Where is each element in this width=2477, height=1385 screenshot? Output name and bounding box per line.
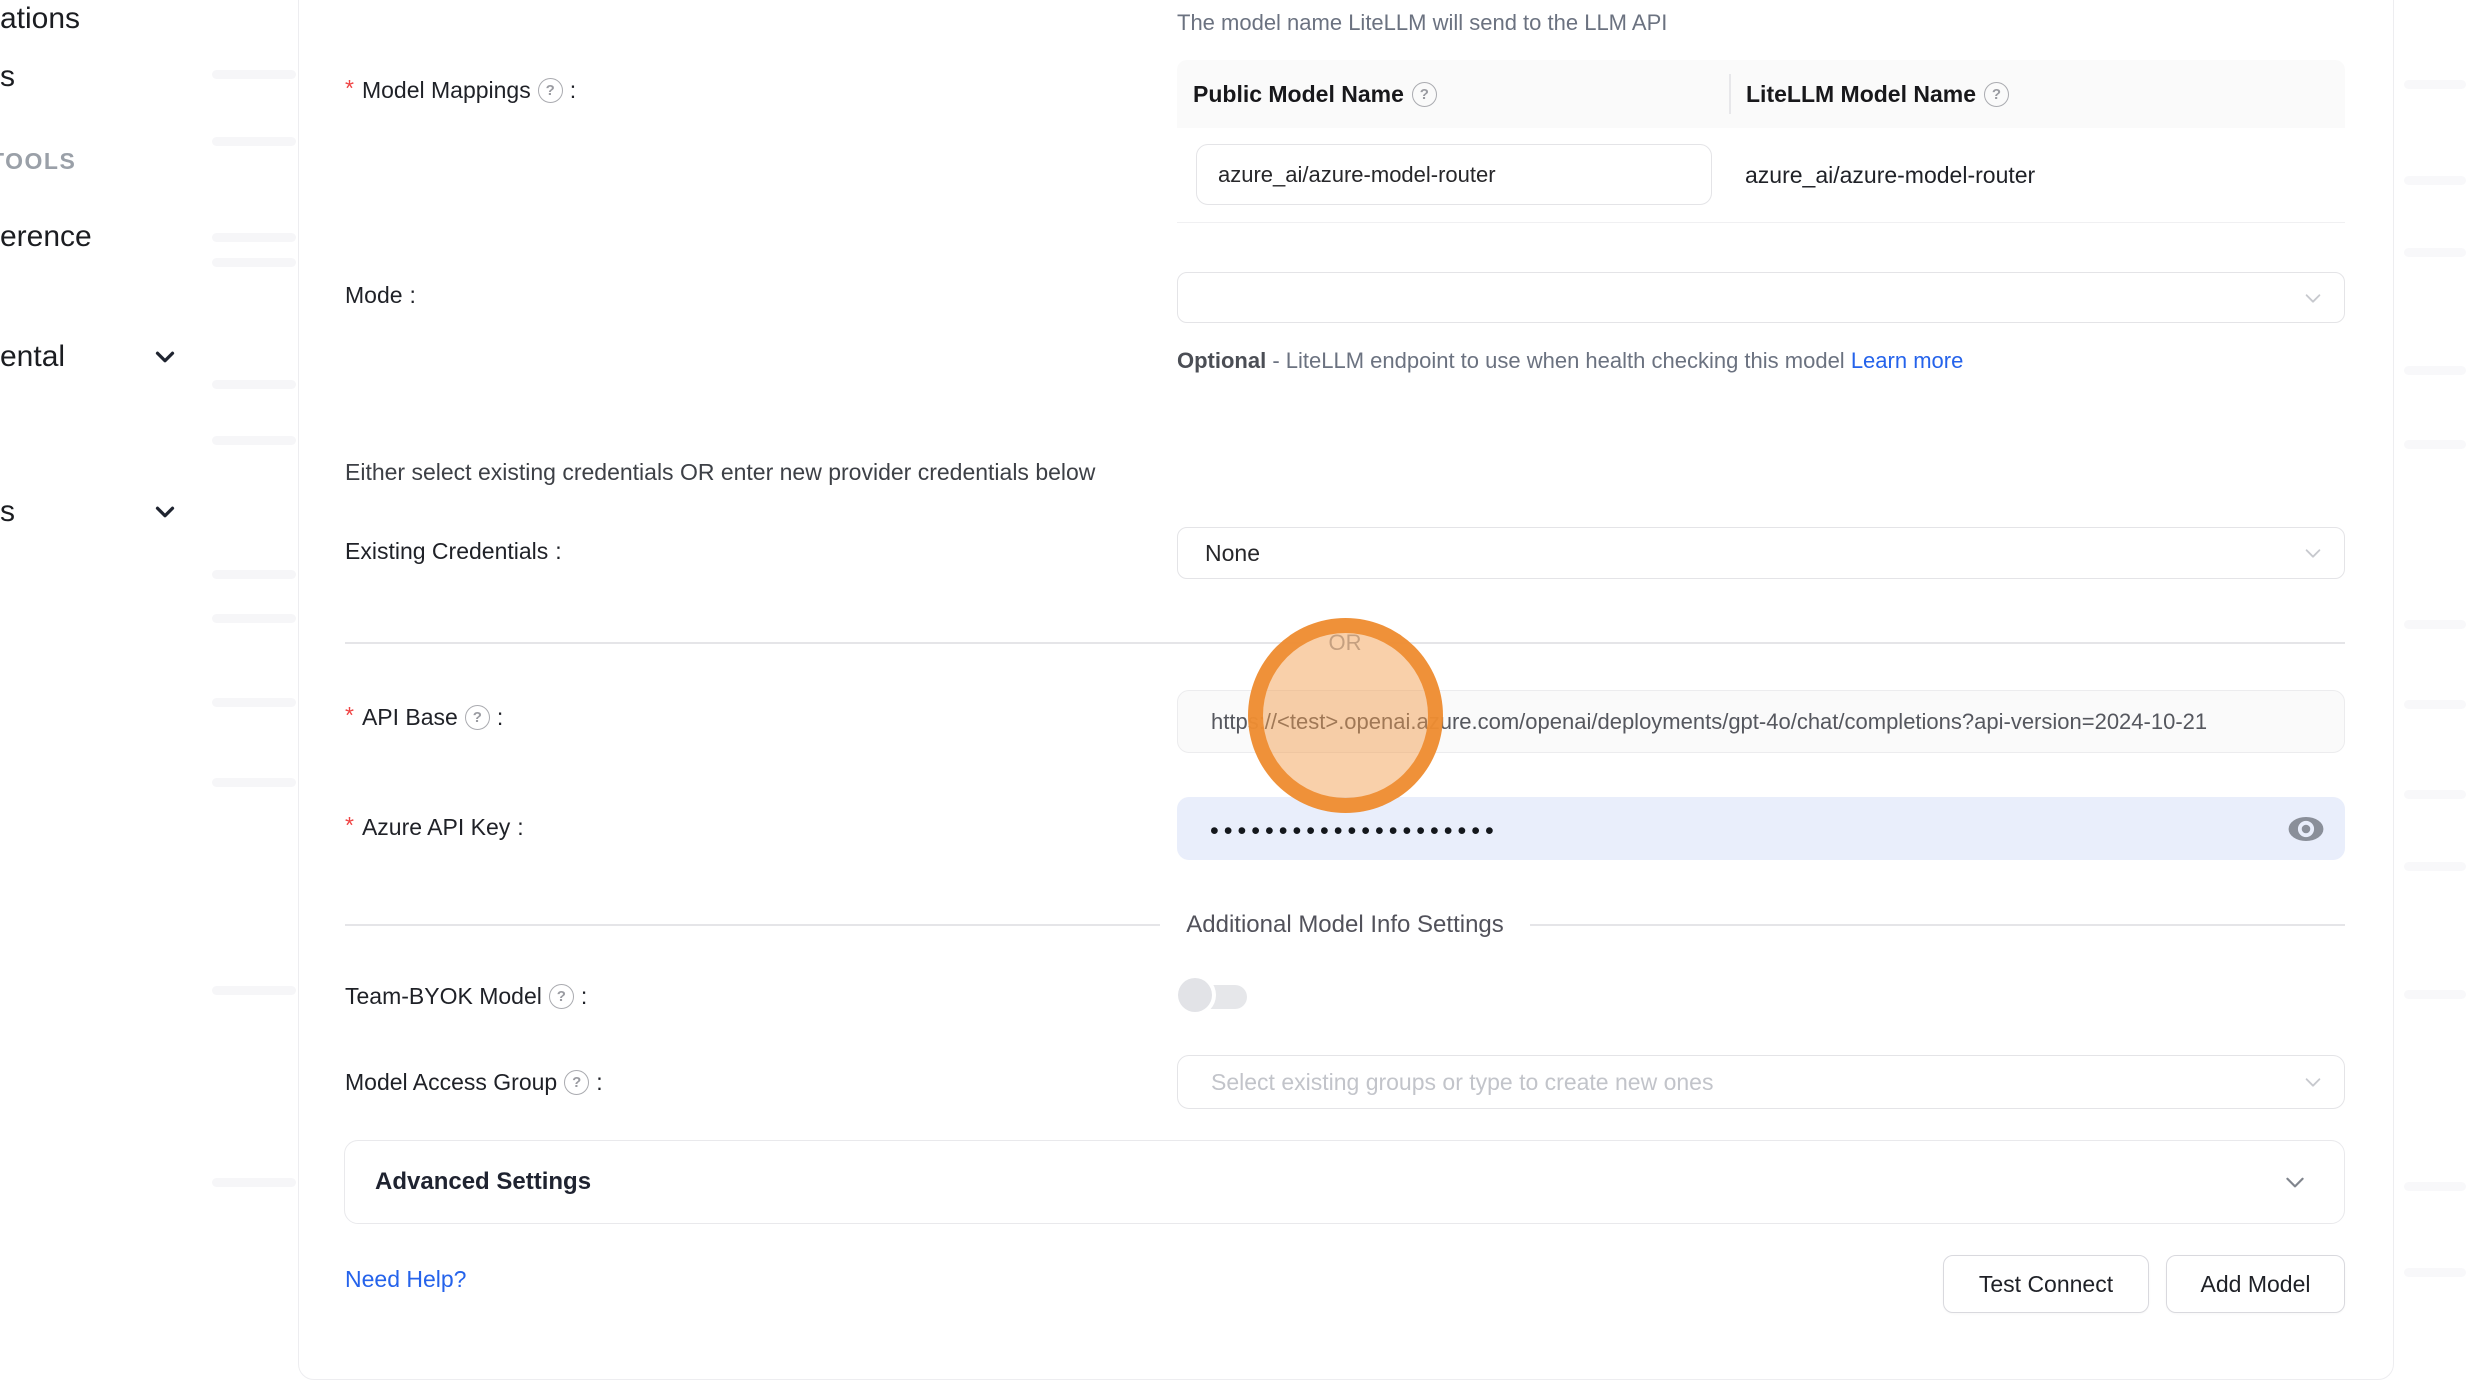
sidebar-item-s1[interactable]: s (0, 60, 15, 94)
eye-icon[interactable] (2287, 815, 2325, 843)
ghost-line (2404, 862, 2466, 871)
required-asterisk: * (345, 702, 354, 729)
need-help-link[interactable]: Need Help? (345, 1266, 466, 1293)
ghost-line (212, 380, 296, 389)
help-icon[interactable]: ? (1412, 82, 1437, 107)
sidebar-item-s2[interactable]: s (0, 495, 15, 529)
model-mapping-row: azure_ai/azure-model-router azure_ai/azu… (1177, 128, 2345, 223)
sidebar-item-ations[interactable]: ations (0, 2, 80, 36)
model-access-group-label: Model Access Group ? : (345, 1069, 603, 1096)
team-byok-label: Team-BYOK Model ? : (345, 983, 587, 1010)
ghost-line (2404, 790, 2466, 799)
mode-optional-hint: Optional - LiteLLM endpoint to use when … (1177, 340, 1997, 381)
chevron-down-icon (2282, 1169, 2308, 1195)
chevron-down-icon[interactable] (150, 342, 180, 372)
litellm-model-name-value: azure_ai/azure-model-router (1745, 128, 2035, 223)
help-icon[interactable]: ? (538, 78, 563, 103)
chevron-down-icon (2302, 542, 2324, 564)
table-column-divider (1729, 74, 1731, 114)
ghost-line (212, 570, 296, 579)
chevron-down-icon[interactable] (150, 497, 180, 527)
api-base-label: * API Base ? : (345, 704, 503, 731)
additional-settings-divider-text: Additional Model Info Settings (1160, 911, 1530, 939)
azure-api-key-label: * Azure API Key : (345, 814, 524, 841)
sidebar: ations s TOOLS erence ental s (0, 0, 298, 1385)
advanced-settings-panel[interactable]: Advanced Settings (344, 1140, 2345, 1224)
model-mappings-label: * Model Mappings ? : (345, 77, 576, 104)
help-icon[interactable]: ? (549, 984, 574, 1009)
chevron-down-icon (2302, 1071, 2324, 1093)
credentials-note: Either select existing credentials OR en… (345, 459, 1095, 486)
ghost-line (212, 614, 296, 623)
column-header-public-model-name: Public Model Name ? (1177, 81, 1729, 108)
help-icon[interactable]: ? (1984, 82, 2009, 107)
sidebar-section-tools: TOOLS (0, 148, 76, 175)
ghost-line (2404, 990, 2466, 999)
additional-settings-divider: Additional Model Info Settings (345, 911, 2345, 939)
chevron-down-icon (2302, 287, 2324, 309)
or-divider-text: OR (1303, 630, 1388, 656)
ghost-line (2404, 248, 2466, 257)
ghost-line (212, 258, 296, 267)
mode-label: Mode : (345, 282, 416, 309)
required-asterisk: * (345, 812, 354, 839)
ghost-line (212, 1178, 296, 1187)
ghost-line (212, 778, 296, 787)
test-connect-button[interactable]: Test Connect (1943, 1255, 2149, 1313)
ghost-line (2404, 1268, 2466, 1277)
ghost-line (2404, 366, 2466, 375)
learn-more-link[interactable]: Learn more (1851, 348, 1964, 373)
public-model-name-input[interactable]: azure_ai/azure-model-router (1196, 144, 1712, 205)
ghost-line (2404, 620, 2466, 629)
ghost-line (2404, 80, 2466, 89)
azure-api-key-input[interactable]: ••••••••••••••••••••• (1177, 797, 2345, 860)
ghost-line (2404, 1182, 2466, 1191)
required-asterisk: * (345, 75, 354, 102)
api-base-value: https://<test>.openai.azure.com/openai/d… (1178, 709, 2207, 735)
add-model-button[interactable]: Add Model (2166, 1255, 2345, 1313)
ghost-line (2404, 700, 2466, 709)
or-divider: OR (345, 630, 2345, 656)
ghost-line (212, 233, 296, 242)
help-icon[interactable]: ? (564, 1070, 589, 1095)
ghost-line (212, 70, 296, 79)
model-name-hint: The model name LiteLLM will send to the … (1177, 10, 1667, 36)
ghost-line (212, 436, 296, 445)
model-mappings-table-header: Public Model Name ? LiteLLM Model Name ? (1177, 60, 2345, 128)
ghost-line (212, 698, 296, 707)
team-byok-toggle-knob[interactable] (1178, 978, 1212, 1012)
help-icon[interactable]: ? (465, 705, 490, 730)
sidebar-item-erence[interactable]: erence (0, 220, 92, 254)
existing-credentials-label: Existing Credentials : (345, 538, 562, 565)
sidebar-item-ental[interactable]: ental (0, 340, 65, 374)
model-access-group-select[interactable]: Select existing groups or type to create… (1177, 1055, 2345, 1109)
column-header-litellm-model-name: LiteLLM Model Name ? (1729, 81, 2009, 108)
ghost-line (2404, 440, 2466, 449)
mode-select[interactable] (1177, 272, 2345, 323)
ghost-line (212, 986, 296, 995)
existing-credentials-value: None (1178, 540, 1260, 567)
model-access-group-placeholder: Select existing groups or type to create… (1178, 1069, 1713, 1096)
api-base-input[interactable]: https://<test>.openai.azure.com/openai/d… (1177, 690, 2345, 753)
advanced-settings-label: Advanced Settings (345, 1168, 591, 1196)
masked-api-key: ••••••••••••••••••••• (1177, 811, 1499, 846)
ghost-line (2404, 176, 2466, 185)
existing-credentials-select[interactable]: None (1177, 527, 2345, 579)
ghost-line (212, 137, 296, 146)
